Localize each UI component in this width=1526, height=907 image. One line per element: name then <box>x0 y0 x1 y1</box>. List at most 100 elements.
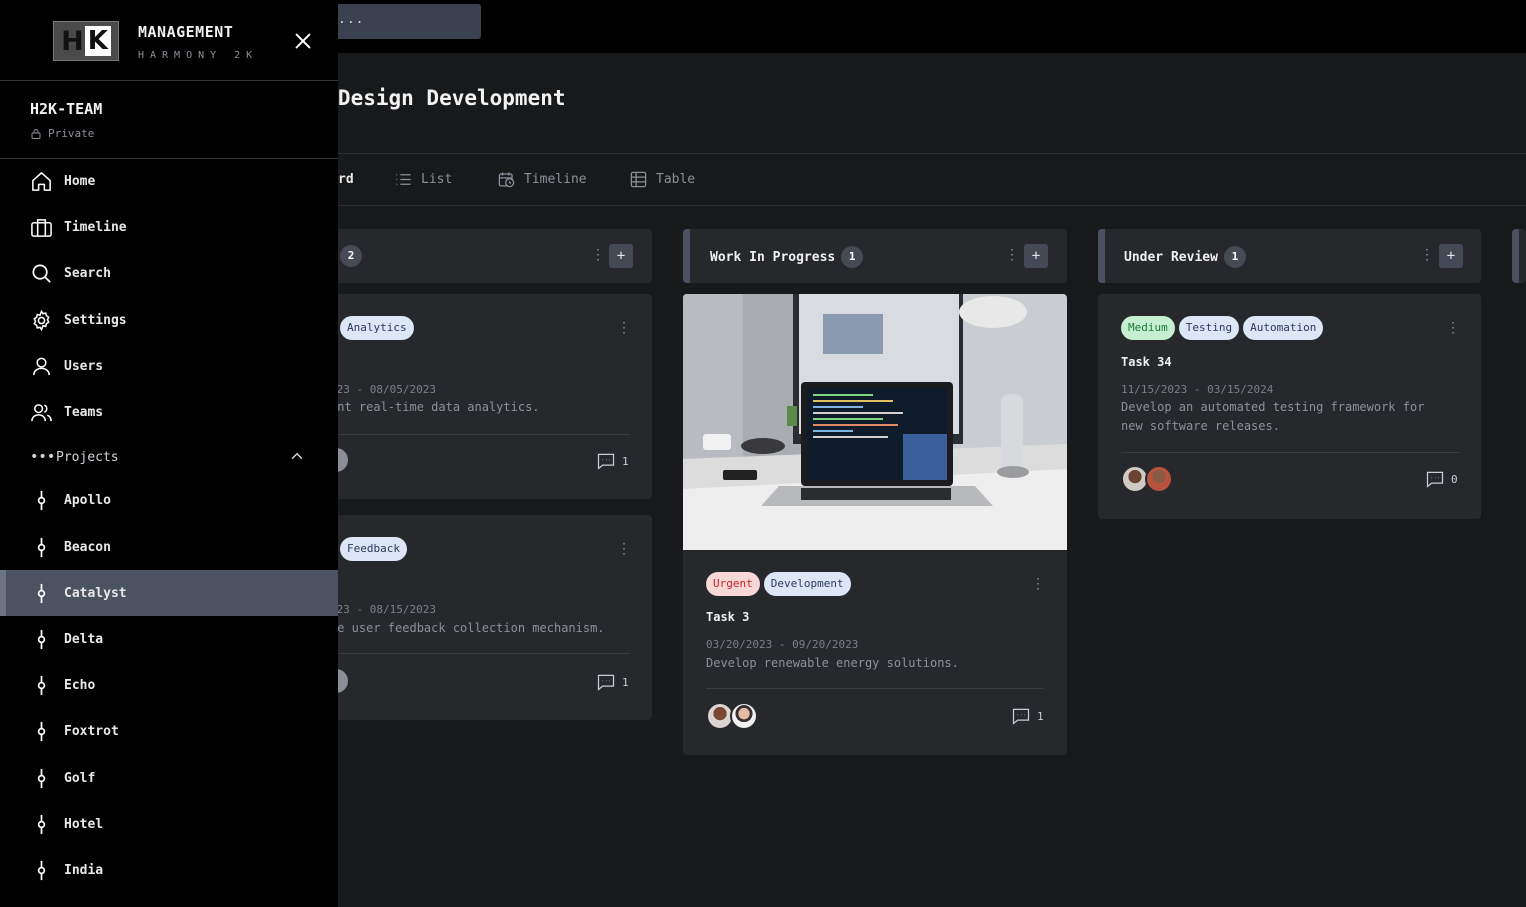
search-icon <box>32 263 51 283</box>
logo-letter-k: K <box>84 26 111 56</box>
task-date: 023 - 08/05/2023 <box>330 383 436 396</box>
divider <box>706 688 1044 689</box>
team-visibility: Private <box>30 127 94 140</box>
sidebar-item-delta[interactable]: Delta <box>0 616 338 662</box>
commit-icon <box>37 629 46 649</box>
sidebar-item-apollo[interactable]: Apollo <box>0 477 338 523</box>
column-accent <box>683 229 690 283</box>
brand-logo: H K <box>53 21 119 61</box>
sidebar-item-echo[interactable]: Echo <box>0 662 338 708</box>
projects-label: Projects <box>56 449 119 465</box>
sidebar-item-teams[interactable]: Teams <box>0 389 338 435</box>
column-count: 1 <box>1223 246 1246 268</box>
sidebar-item-label: Hotel <box>64 816 104 832</box>
list-icon <box>396 173 411 185</box>
commit-icon <box>37 721 46 741</box>
tab-list-label: List <box>421 171 453 187</box>
add-task-button[interactable]: + <box>609 244 633 268</box>
close-icon[interactable] <box>292 30 314 52</box>
tag: Development <box>763 572 851 596</box>
task-card[interactable]: Feedback ⋮ 4 023 - 08/15/2023 ze user fe… <box>300 515 652 720</box>
divider <box>338 205 1526 206</box>
task-title: Task 3 <box>706 610 750 624</box>
home-icon <box>32 171 51 191</box>
sidebar-item-label: Delta <box>64 631 104 647</box>
more-icon: ••• <box>30 449 56 465</box>
tab-timeline[interactable]: Timeline <box>497 169 587 189</box>
tab-board-label: rd <box>338 171 354 187</box>
logo-letter-h: H <box>61 25 84 57</box>
divider <box>0 80 338 81</box>
sidebar-item-india[interactable]: India <box>0 847 338 893</box>
task-description: Develop an automated testing framework f… <box>1121 400 1425 433</box>
comment-icon <box>597 453 615 470</box>
task-title: Task 34 <box>1121 355 1172 369</box>
brand-subtitle: HARMONY 2K <box>138 50 259 61</box>
avatar <box>730 702 758 730</box>
projects-section-toggle[interactable]: ••• Projects <box>30 447 310 467</box>
gear-icon <box>33 309 50 331</box>
task-card[interactable]: Analytics ⋮ 4 023 - 08/05/2023 ent real-… <box>300 294 652 499</box>
add-task-button[interactable]: + <box>1439 244 1463 268</box>
sidebar-item-label: Catalyst <box>64 585 127 601</box>
task-card[interactable]: Urgent Development ⋮ Task 3 03/20/2023 -… <box>683 294 1067 755</box>
user-icon <box>33 357 50 375</box>
column-title: Work In Progress 1 <box>710 246 864 269</box>
column-menu-icon[interactable]: ⋮ <box>1005 247 1019 263</box>
card-menu-icon[interactable]: ⋮ <box>617 541 631 557</box>
divider <box>330 434 630 435</box>
column-accent <box>1098 229 1105 283</box>
comments-count-value: 1 <box>622 454 629 468</box>
task-description: Develop renewable energy solutions. <box>706 656 959 670</box>
comments-count[interactable]: 0 <box>1425 469 1458 489</box>
tab-list[interactable]: List <box>394 169 452 189</box>
comments-count[interactable]: 1 <box>1011 706 1044 726</box>
card-menu-icon[interactable]: ⋮ <box>617 320 631 336</box>
task-card[interactable]: Medium Testing Automation ⋮ Task 34 11/1… <box>1098 294 1481 519</box>
brand-title: MANAGEMENT <box>138 23 234 41</box>
sidebar-item-home[interactable]: Home <box>0 158 338 204</box>
tag: Urgent <box>706 572 760 596</box>
sidebar-item-label: Timeline <box>64 219 127 235</box>
sidebar-item-label: Teams <box>64 404 104 420</box>
comments-count[interactable]: 1 <box>596 672 629 692</box>
comments-count[interactable]: 1 <box>596 451 629 471</box>
sidebar-item-timeline[interactable]: Timeline <box>0 204 338 250</box>
task-date: 11/15/2023 - 03/15/2024 <box>1121 383 1274 396</box>
commit-icon <box>37 583 46 603</box>
tab-table[interactable]: Table <box>629 169 695 189</box>
task-date: 023 - 08/15/2023 <box>330 603 436 616</box>
users-icon <box>31 403 52 421</box>
sidebar-item-label: Echo <box>64 677 96 693</box>
card-menu-icon[interactable]: ⋮ <box>1031 576 1045 592</box>
sidebar-item-settings[interactable]: Settings <box>0 297 338 343</box>
sidebar-item-beacon[interactable]: Beacon <box>0 524 338 570</box>
column-menu-icon[interactable]: ⋮ <box>1420 247 1434 263</box>
column-title: Under Review 1 <box>1124 246 1246 269</box>
column-title-text: Work In Progress <box>710 250 836 265</box>
team-visibility-label: Private <box>48 127 95 140</box>
divider <box>330 653 630 654</box>
column-header <box>1512 229 1526 283</box>
page-title: ct Design Development <box>300 86 566 110</box>
column-count: 2 <box>340 245 362 267</box>
add-task-button[interactable]: + <box>1024 244 1048 268</box>
sidebar-item-catalyst[interactable]: Catalyst <box>0 570 338 616</box>
column-header: Under Review 1 ⋮ + <box>1098 229 1481 283</box>
column-title-text: Under Review <box>1124 250 1218 265</box>
briefcase-icon <box>31 218 52 237</box>
tag: Feedback <box>340 537 407 561</box>
sidebar-item-label: Search <box>64 265 111 281</box>
sidebar-item-foxtrot[interactable]: Foxtrot <box>0 708 338 754</box>
card-menu-icon[interactable]: ⋮ <box>1446 320 1460 336</box>
sidebar-item-users[interactable]: Users <box>0 343 338 389</box>
column-accent <box>1512 229 1519 283</box>
tab-board[interactable]: rd <box>338 169 354 189</box>
column-count: 1 <box>841 246 864 268</box>
task-date: 03/20/2023 - 09/20/2023 <box>706 638 859 651</box>
sidebar-item-hotel[interactable]: Hotel <box>0 801 338 847</box>
column-menu-icon[interactable]: ⋮ <box>591 247 605 263</box>
sidebar-item-search[interactable]: Search <box>0 250 338 296</box>
commit-icon <box>37 675 46 695</box>
sidebar-item-golf[interactable]: Golf <box>0 755 338 801</box>
